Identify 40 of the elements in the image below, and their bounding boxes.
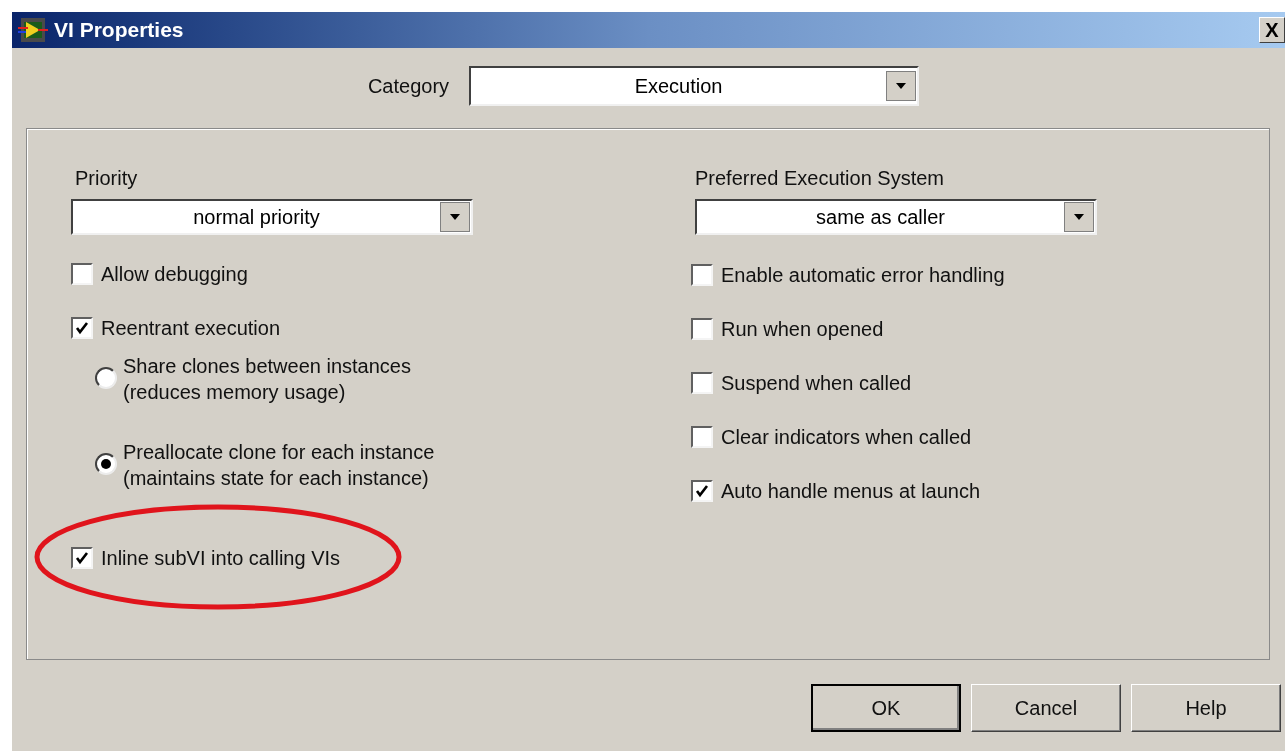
dropdown-field[interactable]: same as caller [695, 199, 1097, 235]
close-button[interactable]: X [1259, 17, 1285, 43]
checkbox[interactable] [691, 372, 713, 394]
priority-label: Priority [74, 166, 139, 191]
checkmark-icon [75, 551, 89, 565]
window-title: VI Properties [54, 17, 184, 44]
radio-sublabel: (maintains state for each instance) [123, 466, 430, 491]
radio-label: Share clones between instances [123, 354, 411, 379]
checkbox-label: Inline subVI into calling VIs [101, 546, 341, 571]
radio-button[interactable] [95, 367, 117, 389]
checkbox-label: Reentrant execution [101, 316, 280, 341]
checkbox[interactable] [71, 547, 93, 569]
dropdown-value: normal priority [192, 205, 321, 230]
app-icon [18, 17, 48, 43]
checkbox[interactable] [691, 264, 713, 286]
dialog-button[interactable]: Cancel [971, 684, 1121, 732]
checkbox-label: Allow debugging [101, 262, 248, 287]
checkbox[interactable] [71, 263, 93, 285]
radio-sublabel: (reduces memory usage) [123, 380, 347, 405]
category-label: Category [367, 74, 450, 99]
dialog-button[interactable]: Help [1131, 684, 1281, 732]
checkbox-label: Clear indicators when called [721, 425, 972, 450]
dialog-button[interactable]: OK [811, 684, 961, 732]
radio-label: Preallocate clone for each instance [123, 440, 435, 465]
execution-system-label: Preferred Execution System [695, 166, 945, 191]
checkbox[interactable] [691, 480, 713, 502]
radio-button[interactable] [95, 453, 117, 475]
checkbox[interactable] [691, 426, 713, 448]
dropdown-field[interactable]: Execution [469, 66, 920, 106]
checkmark-icon [75, 321, 89, 335]
checkbox[interactable] [71, 317, 93, 339]
checkmark-icon [695, 484, 709, 498]
dropdown-value: Execution [633, 74, 724, 99]
dropdown-field[interactable]: normal priority [71, 199, 473, 235]
checkbox-label: Suspend when called [721, 371, 912, 396]
checkbox-label: Enable automatic error handling [721, 263, 1005, 288]
dropdown-value: same as caller [815, 205, 946, 230]
checkbox[interactable] [691, 318, 713, 340]
checkbox-label: Run when opened [721, 317, 884, 342]
checkbox-label: Auto handle menus at launch [721, 479, 981, 504]
